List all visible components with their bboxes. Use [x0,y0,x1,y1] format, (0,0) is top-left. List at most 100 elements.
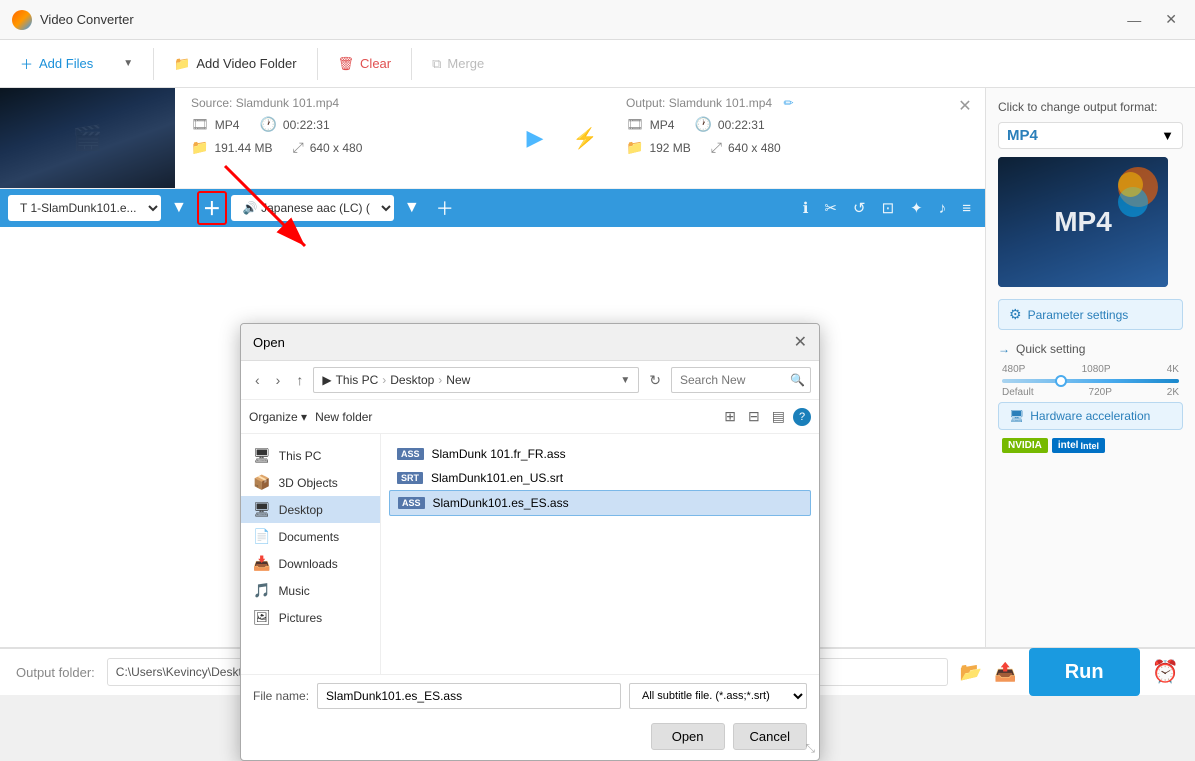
quality-slider-container: 480P 1080P 4K Default 720P 2K [998,364,1183,398]
filename-input[interactable] [317,683,621,709]
resize-icon: ⤢ [292,139,303,156]
close-btn-col: ✕ [945,88,985,188]
breadcrumb-sep-1: › [382,373,386,387]
file-item: 🎬 Source: Slamdunk 101.mp4 🎞 MP4 🕐 00:22… [0,88,985,189]
quick-setting-label: → Quick setting [998,342,1183,356]
film-icon: 🎞 [191,116,209,133]
forward-button[interactable]: › [270,370,287,390]
pictures-icon: 🖼 [253,609,271,626]
refresh-button[interactable]: ↻ [643,370,667,391]
chevron-down-icon: ▼ [123,58,133,69]
add-files-button[interactable]: ＋ Add Files [8,48,105,79]
source-resolution: ⤢ 640 x 480 [292,139,362,156]
source-duration: 🕐 00:22:31 [259,116,329,133]
sidebar-item-this-pc[interactable]: 🖥 This PC [241,442,380,469]
output-info: Output: Slamdunk 101.mp4 ✏ 🎞 MP4 🕐 00:22… [610,88,945,188]
track-row: T 1-SlamDunk101.e... ▼ ＋ 🔊 Japanese aac … [0,189,985,227]
audio-track-select[interactable]: 🔊 Japanese aac (LC) ( [231,195,394,221]
this-pc-icon: 🖥 [253,447,271,464]
breadcrumb-desktop: Desktop [390,373,434,387]
nvidia-badge: NVIDIA [1002,438,1048,453]
dialog-footer: File name: All subtitle file. (*.ass;*.s… [241,674,819,717]
file-thumbnail: 🎬 [0,88,175,188]
right-arrow-icon: ▶ [527,125,544,151]
slider-thumb[interactable] [1055,375,1067,387]
window-controls: — ✕ [1121,9,1183,30]
folder-icon-2: 📁 [191,139,208,156]
audio-icon-btn[interactable]: ♪ [933,195,953,221]
clear-button[interactable]: 🗑 Clear [326,50,404,78]
resize-handle[interactable]: ⤡ [805,741,815,756]
output-format-label: Click to change output format: [998,100,1183,114]
filetype-select[interactable]: All subtitle file. (*.ass;*.srt) [629,683,807,709]
title-bar: Video Converter — ✕ [0,0,1195,40]
add-audio-button[interactable]: ＋ [430,191,460,225]
view-buttons: ⊞ ⊟ ▤ ? [720,406,811,427]
parameter-settings-button[interactable]: ⚙ Parameter settings [998,299,1183,330]
video-track-select[interactable]: T 1-SlamDunk101.e... [8,195,161,221]
file-entry-3[interactable]: ASS SlamDunk101.es_ES.ass [389,490,811,516]
organize-button[interactable]: Organize ▾ [249,410,307,424]
sidebar-item-pictures[interactable]: 🖼 Pictures [241,604,380,631]
subtitle-icon-btn[interactable]: ≡ [956,195,977,221]
alarm-button[interactable]: ⏰ [1152,659,1179,685]
remove-file-button[interactable]: ✕ [958,96,971,116]
open-button[interactable]: Open [651,723,725,750]
browse-folder-button[interactable]: 📂 [960,662,982,683]
merge-icon: ⧉ [432,56,441,72]
dialog-actions: Open Cancel [241,717,819,760]
back-button[interactable]: ‹ [249,370,266,390]
new-folder-button[interactable]: New folder [315,410,372,424]
edit-output-icon[interactable]: ✏ [783,96,793,110]
file-badge-3: ASS [398,497,425,509]
output-meta-2: 📁 192 MB ⤢ 640 x 480 [626,139,929,156]
dialog-toolbar: Organize ▾ New folder ⊞ ⊟ ▤ ? [241,400,819,434]
list-view-button[interactable]: ⊟ [744,406,764,427]
run-button[interactable]: Run [1029,648,1140,696]
sidebar-item-downloads[interactable]: 📥 Downloads [241,550,380,577]
add-video-folder-button[interactable]: 📁 Add Video Folder [162,50,308,78]
file-entry-2[interactable]: SRT SlamDunk101.en_US.srt [389,466,811,490]
breadcrumb-dropdown[interactable]: ▼ [620,375,630,386]
sidebar-item-documents[interactable]: 📄 Documents [241,523,380,550]
sidebar-item-3d-objects[interactable]: 📦 3D Objects [241,469,380,496]
source-format: 🎞 MP4 [191,116,239,133]
convert-arrow: ▶ [510,88,560,188]
separator-2 [317,48,318,80]
panel-view-button[interactable]: ▤ [768,406,789,427]
loop-icon-btn[interactable]: ↺ [847,195,872,221]
sidebar-item-desktop[interactable]: 🖥 Desktop [241,496,380,523]
lightning-col: ⚡ [560,88,610,188]
file-entry-1[interactable]: ASS SlamDunk 101.fr_FR.ass [389,442,811,466]
lightning-icon: ⚡ [573,126,598,151]
minimize-button[interactable]: — [1121,9,1147,30]
merge-button[interactable]: ⧉ Merge [420,50,496,78]
folder-icon-3: 📁 [626,139,643,156]
format-dropdown-icon: ▼ [1161,128,1174,143]
format-selector[interactable]: MP4 ▼ [998,122,1183,149]
gpu-badges: NVIDIA intel Intel [998,438,1183,453]
dropdown-track-button[interactable]: ▼ [165,195,193,221]
help-button[interactable]: ? [793,408,811,426]
cancel-button[interactable]: Cancel [733,723,807,750]
film-icon-2: 🎞 [626,116,644,133]
quality-slider[interactable] [1002,379,1179,383]
add-track-button[interactable]: ＋ [197,191,227,225]
export-button[interactable]: 📤 [994,662,1016,683]
breadcrumb-this-pc: This PC [336,373,379,387]
grid-view-button[interactable]: ⊞ [720,406,740,427]
dialog-close-button[interactable]: ✕ [794,332,807,352]
cut-icon-btn[interactable]: ✂ [818,195,843,221]
hardware-acceleration-button[interactable]: 🖥 Hardware acceleration [998,402,1183,430]
dropdown-arrow-button[interactable]: ▼ [109,52,145,75]
folder-icon: 📁 [174,56,190,72]
crop-icon-btn[interactable]: ⊡ [876,195,901,221]
info-icon-btn[interactable]: ℹ [797,195,815,221]
effects-icon-btn[interactable]: ✦ [904,195,929,221]
sidebar-item-music[interactable]: 🎵 Music [241,577,380,604]
close-button[interactable]: ✕ [1159,9,1183,30]
dialog-sidebar: 🖥 This PC 📦 3D Objects 🖥 Desktop 📄 Docum… [241,434,381,674]
dropdown-audio-button[interactable]: ▼ [398,195,426,221]
up-button[interactable]: ↑ [290,370,309,390]
output-meta: 🎞 MP4 🕐 00:22:31 [626,116,929,133]
